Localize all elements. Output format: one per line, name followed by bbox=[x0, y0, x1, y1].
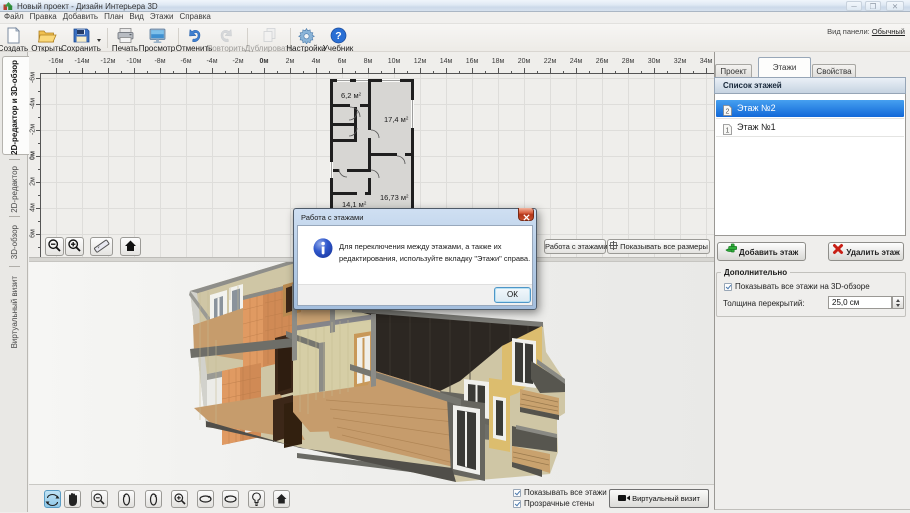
svg-text:2: 2 bbox=[726, 109, 730, 116]
svg-text:16,73 м2: 16,73 м2 bbox=[380, 193, 409, 202]
svg-text:6,2 м2: 6,2 м2 bbox=[341, 91, 362, 100]
svg-text:?: ? bbox=[335, 30, 341, 42]
svg-text:1: 1 bbox=[726, 128, 730, 135]
svg-text:17,4 м2: 17,4 м2 bbox=[384, 115, 409, 124]
